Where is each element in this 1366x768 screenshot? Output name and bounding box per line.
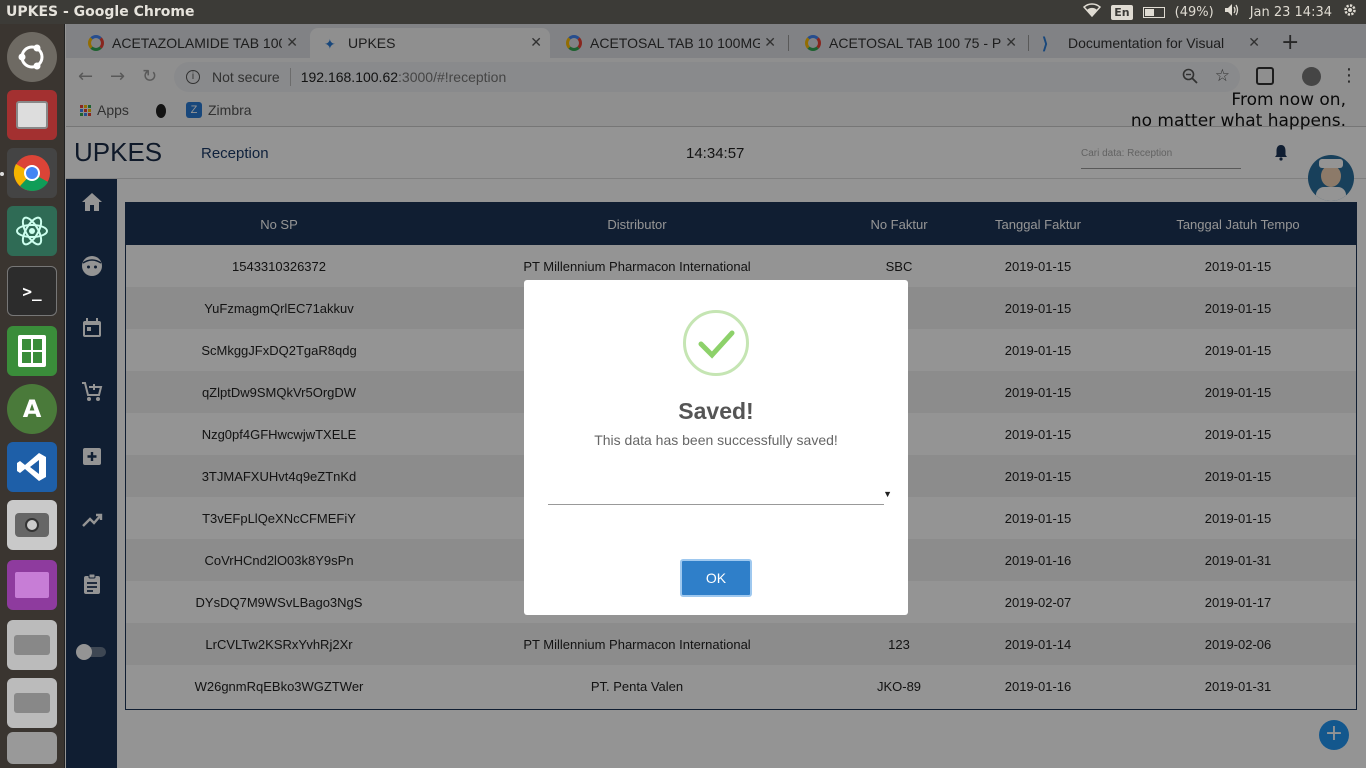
system-top-bar: UPKES - Google Chrome En (49%) Jan 23 14… — [0, 0, 1366, 24]
wifi-icon[interactable] — [1083, 3, 1102, 21]
software-updater-icon[interactable]: A — [7, 384, 57, 434]
battery-percent[interactable]: (49%) — [1175, 5, 1214, 20]
calc-icon[interactable] — [7, 326, 57, 376]
gear-icon[interactable] — [1342, 2, 1358, 22]
clock-datetime[interactable]: Jan 23 14:34 — [1250, 5, 1332, 20]
camera-icon[interactable] — [7, 500, 57, 550]
dialog-message: This data has been successfully saved! — [594, 432, 838, 448]
vscode-icon[interactable] — [7, 442, 57, 492]
volume-icon[interactable] — [1224, 3, 1240, 21]
battery-icon[interactable] — [1142, 6, 1165, 18]
atom-icon[interactable] — [7, 206, 57, 256]
trash-icon[interactable] — [7, 732, 57, 764]
saved-dialog: Saved! This data has been successfully s… — [524, 280, 908, 615]
purple-app-icon[interactable] — [7, 560, 57, 610]
success-check-icon — [683, 310, 749, 376]
dialog-select[interactable]: ▼ — [548, 485, 892, 505]
terminal-icon[interactable]: >_ — [7, 266, 57, 316]
running-indicator — [0, 172, 4, 176]
ubuntu-launcher: >_ A — [0, 24, 65, 768]
dialog-title: Saved! — [678, 398, 754, 424]
disk-icon[interactable] — [7, 620, 57, 670]
window-title: UPKES - Google Chrome — [6, 4, 195, 20]
keyboard-language-indicator[interactable]: En — [1111, 4, 1133, 20]
files-icon[interactable] — [7, 90, 57, 140]
ubuntu-icon[interactable] — [7, 32, 57, 82]
chrome-icon[interactable] — [7, 148, 57, 198]
chevron-down-icon: ▼ — [883, 489, 892, 499]
ok-button[interactable]: OK — [680, 559, 752, 597]
disk-icon-2[interactable] — [7, 678, 57, 728]
